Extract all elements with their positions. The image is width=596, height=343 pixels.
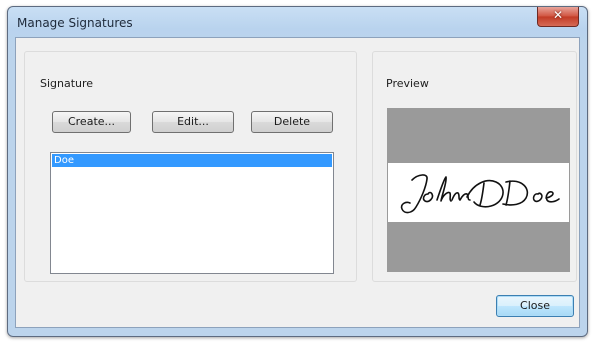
close-icon: ✕ (552, 8, 564, 22)
handwritten-signature (400, 174, 560, 214)
window-close-button[interactable]: ✕ (537, 7, 579, 27)
signature-image (388, 163, 569, 222)
close-button[interactable]: Close (496, 295, 574, 317)
title-bar[interactable]: Manage Signatures ✕ (8, 7, 587, 37)
signature-list[interactable]: Doe (50, 152, 334, 274)
preview-group-label: Preview (384, 77, 431, 90)
list-item[interactable]: Doe (52, 154, 332, 167)
create-button[interactable]: Create... (52, 111, 131, 133)
delete-button[interactable]: Delete (251, 111, 333, 133)
edit-button[interactable]: Edit... (152, 111, 234, 133)
signature-group-label: Signature (38, 77, 96, 90)
window-title: Manage Signatures (17, 16, 133, 30)
